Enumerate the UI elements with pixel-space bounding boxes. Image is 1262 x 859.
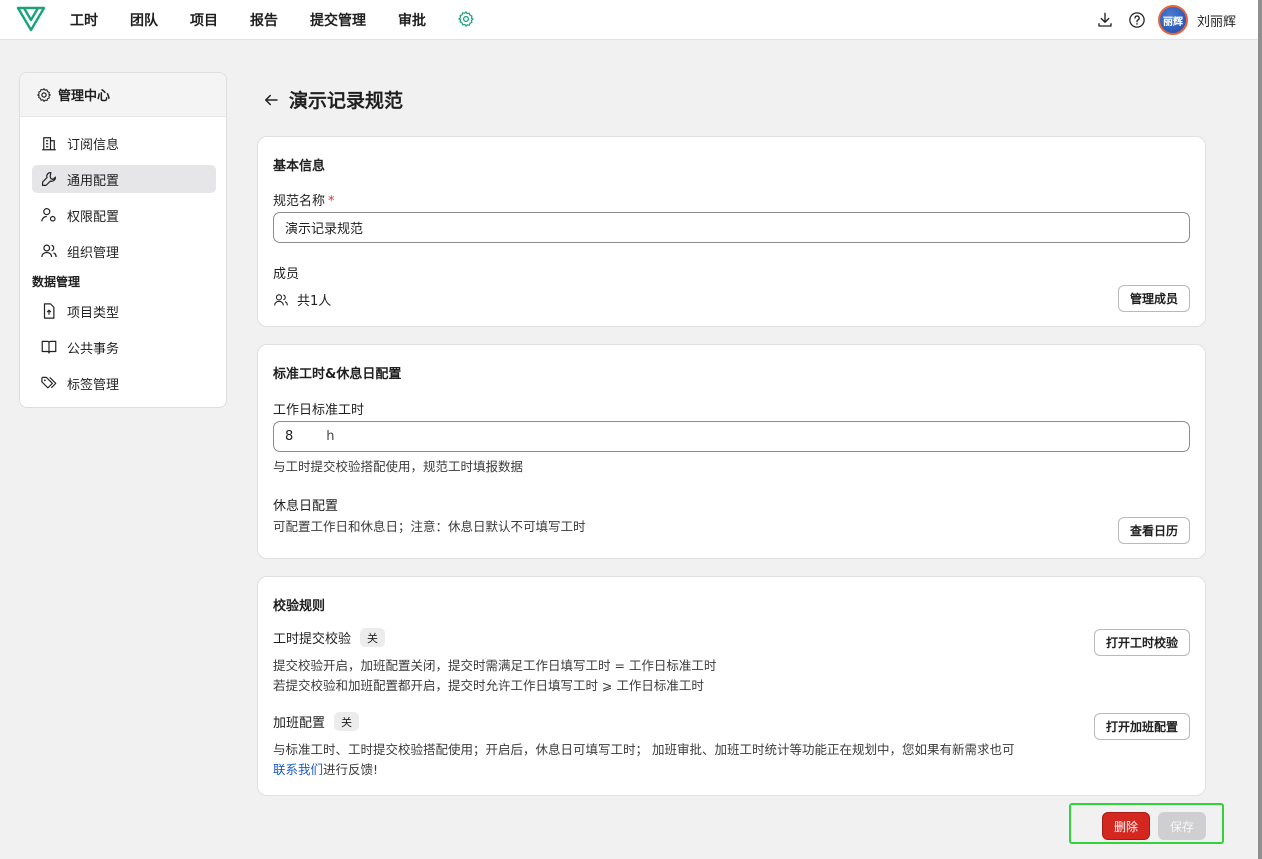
basic-info-card: 基本信息 规范名称 * 演示记录规范 成员 共1人 管理成员 [257,136,1206,327]
submit-check-row: 工时提交校验 关 [273,628,386,647]
overtime-hint-text: 与标准工时、工时提交校验搭配使用；开启后，休息日可填写工时； 加班审批、加班工时… [273,742,1015,757]
save-button[interactable]: 保存 [1158,812,1206,840]
sidebar-item-label: 公共事务 [67,341,120,357]
wrench-icon [42,172,56,186]
sidebar-item-permissions[interactable]: 权限配置 [32,201,216,229]
overtime-status-badge: 关 [334,712,360,731]
sidebar-item-label: 项目类型 [67,305,120,321]
hours-config-card: 标准工时&休息日配置 工作日标准工时 8 h 与工时提交校验搭配使用，规范工时填… [257,344,1206,559]
nav-item-submission[interactable]: 提交管理 [310,10,366,30]
members-count: 共1人 [273,290,331,309]
spec-name-input[interactable]: 演示记录规范 [273,212,1190,243]
users-icon [274,293,288,305]
view-calendar-button[interactable]: 查看日历 [1117,517,1190,544]
workday-hours-label: 工作日标准工时 [273,403,365,418]
sidebar-section-data: 数据管理 [32,275,81,289]
open-submit-check-button[interactable]: 打开工时校验 [1093,629,1190,656]
sidebar-item-project-types[interactable]: 项目类型 [32,297,216,325]
top-navigation-bar: 工时 团队 项目 报告 提交管理 审批 丽辉 刘丽辉 [0,0,1258,40]
card-title: 校验规则 [273,599,326,614]
page-header: 演示记录规范 [262,86,403,113]
user-key-icon [41,208,56,222]
sidebar-item-label: 权限配置 [67,209,120,225]
nav-item-approval[interactable]: 审批 [398,10,426,30]
overtime-label: 加班配置 [273,716,326,731]
workday-hours-hint: 与工时提交校验搭配使用，规范工时填报数据 [273,459,524,474]
user-avatar[interactable]: 丽辉 [1157,5,1188,35]
download-icon[interactable] [1096,11,1114,29]
card-title: 基本信息 [273,159,326,174]
users-icon [41,244,57,258]
admin-sidebar: 管理中心 订阅信息 通用配置 权限配置 组织管理 数据管理 项目类型 公共事务 … [19,72,227,408]
settings-gear-icon[interactable] [457,10,475,28]
sidebar-title: 管理中心 [58,89,111,104]
manage-members-button[interactable]: 管理成员 [1117,285,1190,312]
workday-hours-input[interactable]: 8 h [273,421,1190,452]
nav-item-reports[interactable]: 报告 [250,10,278,30]
delete-button[interactable]: 删除 [1102,812,1150,840]
submit-check-hint-2: 若提交校验和加班配置都开启，提交时允许工作日填写工时 ⩾ 工作日标准工时 [273,678,704,693]
open-overtime-button[interactable]: 打开加班配置 [1093,713,1190,740]
user-name[interactable]: 刘丽辉 [1197,11,1236,30]
sidebar-item-general-config[interactable]: 通用配置 [32,165,216,193]
submit-check-label: 工时提交校验 [273,632,352,647]
sidebar-header: 管理中心 [20,73,226,117]
top-right-tools: 丽辉 刘丽辉 [1082,0,1236,40]
sidebar-item-label: 标签管理 [67,377,120,393]
sidebar-item-organization[interactable]: 组织管理 [32,237,216,265]
contact-us-link[interactable]: 联系我们 [273,762,323,777]
submit-check-status-badge: 关 [360,628,386,647]
sidebar-item-label: 通用配置 [67,173,120,189]
nav-item-projects[interactable]: 项目 [190,10,218,30]
nav-item-team[interactable]: 团队 [130,10,158,30]
page-title: 演示记录规范 [289,90,404,112]
members-count-text: 共1人 [297,294,332,309]
submit-check-hint-1: 提交校验开启，加班配置关闭，提交时需满足工作日填写工时 = 工作日标准工时 [273,658,717,673]
sidebar-item-label: 组织管理 [67,245,120,261]
help-icon[interactable] [1128,11,1146,29]
spec-name-label-text: 规范名称 [273,194,326,209]
rest-day-hint: 可配置工作日和休息日；注意：休息日默认不可填写工时 [273,519,586,534]
gear-icon [37,87,51,102]
workday-hours-value: 8 [285,429,294,444]
sidebar-item-subscription[interactable]: 订阅信息 [32,129,216,157]
tags-icon [41,376,57,389]
window-edge [1258,0,1262,859]
spec-name-label: 规范名称 * [273,190,335,209]
back-arrow-icon[interactable] [262,91,280,109]
sidebar-item-public-affairs[interactable]: 公共事务 [32,333,216,361]
building-icon [42,137,56,151]
card-title: 标准工时&休息日配置 [273,367,402,382]
main-nav: 工时 团队 项目 报告 提交管理 审批 [70,0,458,40]
sidebar-item-label: 订阅信息 [67,137,120,153]
sidebar-item-tags[interactable]: 标签管理 [32,369,216,397]
app-logo[interactable] [16,5,46,33]
required-mark: * [328,194,335,209]
feedback-suffix: 进行反馈! [323,762,379,777]
nav-item-hours[interactable]: 工时 [70,10,98,30]
overtime-row: 加班配置 关 [273,712,360,731]
file-upload-icon [43,303,55,319]
book-icon [41,340,57,354]
overtime-hint: 与标准工时、工时提交校验搭配使用；开启后，休息日可填写工时； 加班审批、加班工时… [273,740,1063,780]
rest-day-label: 休息日配置 [273,499,339,514]
validation-rules-card: 校验规则 工时提交校验 关 打开工时校验 提交校验开启，加班配置关闭，提交时需满… [257,576,1206,796]
workday-hours-unit: h [326,429,335,444]
members-label: 成员 [273,267,300,282]
